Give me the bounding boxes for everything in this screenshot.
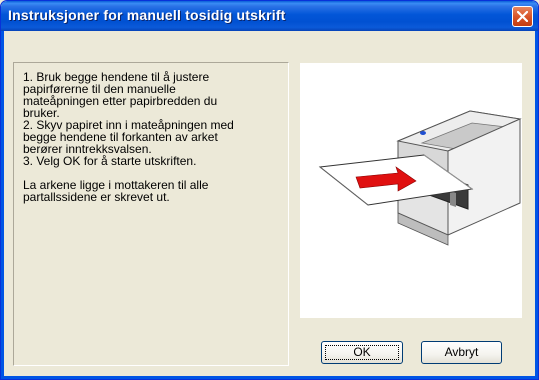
close-button[interactable]: [512, 6, 533, 27]
cancel-button-label: Avbryt: [444, 345, 479, 359]
instructions-panel: 1. Bruk begge hendene til å justere papi…: [13, 62, 289, 366]
title-bar[interactable]: Instruksjoner for manuell tosidig utskri…: [1, 1, 538, 31]
printer-manual-feed-illustration: [318, 110, 522, 246]
dialog-window: Instruksjoner for manuell tosidig utskri…: [0, 0, 539, 380]
ok-button-label: OK: [353, 345, 371, 359]
window-title: Instruksjoner for manuell tosidig utskri…: [8, 7, 286, 23]
close-icon: [517, 11, 528, 22]
instructions-text: 1. Bruk begge hendene til å justere papi…: [23, 70, 234, 204]
illustration-panel: [300, 63, 522, 318]
ok-button[interactable]: OK: [321, 341, 403, 364]
cancel-button[interactable]: Avbryt: [421, 341, 502, 364]
